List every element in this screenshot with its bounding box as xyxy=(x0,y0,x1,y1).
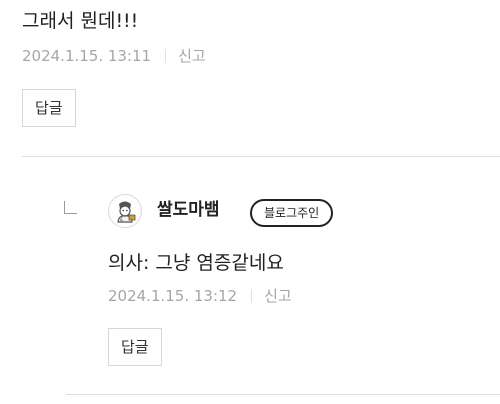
comment-meta: 2024.1.15. 13:11 신고 xyxy=(22,46,206,66)
comment-date: 2024.1.15. 13:11 xyxy=(22,47,152,65)
report-link[interactable]: 신고 xyxy=(178,46,206,66)
comment-text: 그래서 뭔데!!! xyxy=(22,10,139,32)
meta-separator xyxy=(251,289,253,303)
blog-owner-badge: 블로그주인 xyxy=(250,199,334,227)
author-name[interactable]: 쌀도마뱀 xyxy=(157,198,220,222)
reply-comment-text: 의사: 그냥 염증같네요 xyxy=(108,252,284,274)
reply-divider xyxy=(66,394,500,395)
reply-comment-meta: 2024.1.15. 13:12 신고 xyxy=(108,286,292,306)
reply-comment-date: 2024.1.15. 13:12 xyxy=(108,287,238,305)
meta-separator xyxy=(165,49,167,63)
reply-button[interactable]: 답글 xyxy=(22,89,76,127)
avatar-illustration-icon xyxy=(110,196,140,226)
reply-comment-reply-button[interactable]: 답글 xyxy=(108,328,162,366)
avatar[interactable] xyxy=(108,194,142,228)
comment-divider xyxy=(22,156,500,157)
reply-report-link[interactable]: 신고 xyxy=(264,286,292,306)
reply-arrow-icon xyxy=(64,201,77,214)
